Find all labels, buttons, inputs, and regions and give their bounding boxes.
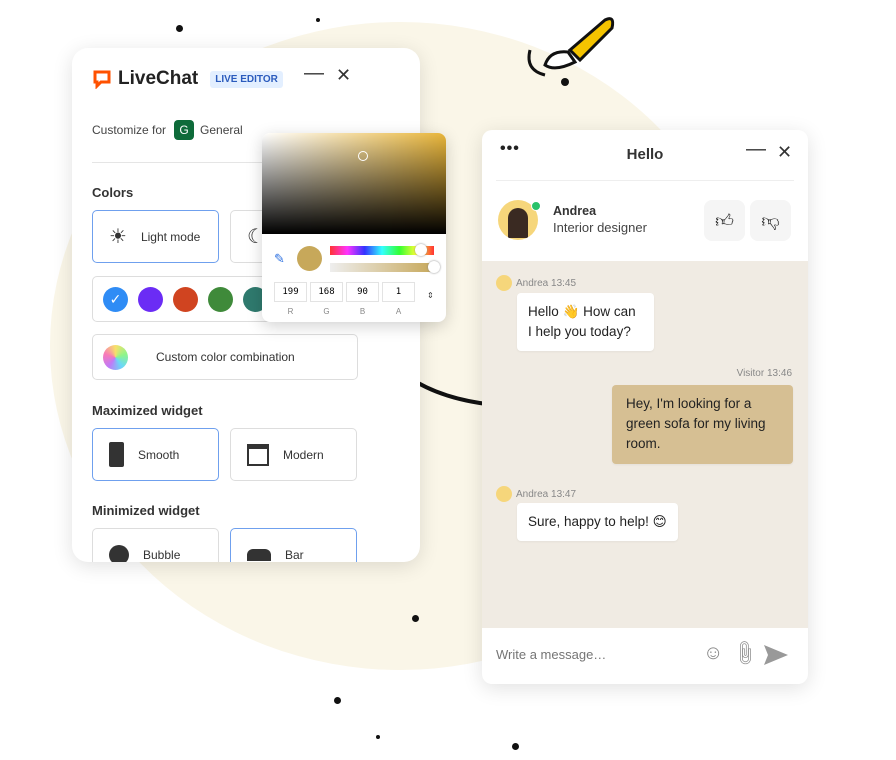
smooth-label: Smooth bbox=[138, 447, 180, 462]
emoji-button[interactable]: ☺ bbox=[703, 642, 723, 665]
maximized-widget-heading: Maximized widget bbox=[92, 403, 203, 418]
hue-handle[interactable] bbox=[415, 244, 427, 256]
divider bbox=[496, 180, 794, 181]
group-select[interactable]: General bbox=[200, 123, 243, 137]
minimize-button[interactable]: — bbox=[746, 138, 766, 161]
g-input[interactable] bbox=[310, 282, 343, 302]
agent-role: Interior designer bbox=[553, 220, 647, 235]
message-meta-text: Andrea 13:47 bbox=[516, 488, 577, 500]
minimized-widget-heading: Minimized widget bbox=[92, 503, 200, 518]
decor-dot bbox=[412, 615, 419, 622]
chat-widget: ••• Hello — ✕ Andrea Interior designer 👍… bbox=[482, 130, 808, 684]
agent-message: Hello 👋 How can I help you today? bbox=[517, 293, 654, 351]
message-meta: Andrea 13:45 bbox=[496, 275, 576, 291]
b-input[interactable] bbox=[346, 282, 379, 302]
bubble-label: Bubble bbox=[143, 547, 181, 562]
saturation-handle[interactable] bbox=[358, 151, 368, 161]
paintbrush-icon bbox=[527, 17, 615, 86]
agent-avatar-small bbox=[496, 275, 512, 291]
customize-for: Customize for G General bbox=[92, 120, 243, 140]
attachment-button[interactable]: 📎︎ bbox=[729, 638, 760, 669]
color-wheel-icon bbox=[103, 344, 128, 370]
color-swatch[interactable] bbox=[138, 286, 163, 312]
decor-dot bbox=[316, 18, 320, 22]
bar-label: Bar bbox=[285, 547, 304, 562]
color-preview bbox=[297, 246, 322, 271]
a-input[interactable] bbox=[382, 282, 415, 302]
thumbs-down-icon: 👎︎ bbox=[761, 210, 780, 231]
modern-widget-icon bbox=[247, 443, 269, 466]
thumbs-down-button[interactable]: 👎︎ bbox=[750, 200, 791, 241]
livechat-logo: LiveChat LIVE EDITOR bbox=[92, 68, 283, 90]
thumbs-up-icon: 👍︎ bbox=[715, 210, 734, 231]
b-label: B bbox=[359, 307, 366, 316]
message-input[interactable] bbox=[496, 642, 696, 666]
color-swatch[interactable] bbox=[208, 286, 233, 312]
light-mode-label: Light mode bbox=[140, 229, 201, 244]
thumbs-up-button[interactable]: 👍︎ bbox=[704, 200, 745, 241]
custom-color-label: Custom color combination bbox=[156, 350, 295, 364]
close-button[interactable]: ✕ bbox=[336, 65, 351, 86]
online-status-indicator bbox=[531, 201, 541, 211]
sun-icon: ☀ bbox=[109, 226, 127, 248]
message-meta: Andrea 13:47 bbox=[496, 486, 576, 502]
modern-label: Modern bbox=[283, 447, 324, 462]
agent-message: Sure, happy to help! 😊 bbox=[517, 503, 678, 541]
alpha-handle[interactable] bbox=[428, 261, 440, 273]
saturation-area[interactable] bbox=[262, 133, 446, 234]
alpha-slider[interactable] bbox=[330, 263, 434, 272]
message-meta-text: Andrea 13:45 bbox=[516, 277, 577, 289]
bubble-option[interactable]: Bubble bbox=[92, 528, 219, 562]
color-swatch[interactable]: ✓ bbox=[103, 286, 128, 312]
color-swatch[interactable] bbox=[173, 286, 198, 312]
eyedropper-icon[interactable]: ✎ bbox=[274, 251, 285, 267]
message-meta: Visitor 13:46 bbox=[736, 368, 792, 379]
decor-dot bbox=[512, 743, 519, 750]
bubble-icon bbox=[109, 544, 129, 562]
smooth-option[interactable]: Smooth bbox=[92, 428, 219, 481]
visitor-message: Hey, I'm looking for a green sofa for my… bbox=[612, 385, 793, 464]
livechat-logo-icon bbox=[93, 70, 111, 89]
agent-name: Andrea bbox=[553, 204, 597, 218]
bar-option[interactable]: Bar bbox=[230, 528, 357, 562]
g-label: G bbox=[323, 307, 330, 316]
live-editor-badge: LIVE EDITOR bbox=[210, 70, 283, 88]
decor-dot bbox=[176, 25, 183, 32]
send-button[interactable] bbox=[763, 644, 789, 666]
customize-label: Customize for bbox=[92, 123, 167, 137]
decor-dot bbox=[376, 735, 380, 739]
r-label: R bbox=[287, 307, 294, 316]
color-picker: ✎ ⇕ R G B A bbox=[262, 133, 446, 322]
minimize-button[interactable]: — bbox=[304, 62, 324, 85]
close-button[interactable]: ✕ bbox=[777, 142, 792, 163]
decor-dot bbox=[334, 697, 341, 704]
modern-option[interactable]: Modern bbox=[230, 428, 357, 481]
a-label: A bbox=[395, 307, 402, 316]
agent-avatar-small bbox=[496, 486, 512, 502]
r-input[interactable] bbox=[274, 282, 307, 302]
light-mode-option[interactable]: ☀ Light mode bbox=[92, 210, 219, 263]
custom-color-option[interactable]: Custom color combination bbox=[92, 334, 358, 380]
smooth-widget-icon bbox=[109, 442, 124, 467]
format-toggle-icon[interactable]: ⇕ bbox=[427, 291, 434, 300]
group-avatar: G bbox=[174, 120, 195, 140]
message-list: Andrea 13:45 Hello 👋 How can I help you … bbox=[482, 261, 808, 628]
colors-heading: Colors bbox=[92, 185, 134, 200]
bar-icon bbox=[247, 548, 271, 561]
brand-name: LiveChat bbox=[118, 68, 199, 89]
